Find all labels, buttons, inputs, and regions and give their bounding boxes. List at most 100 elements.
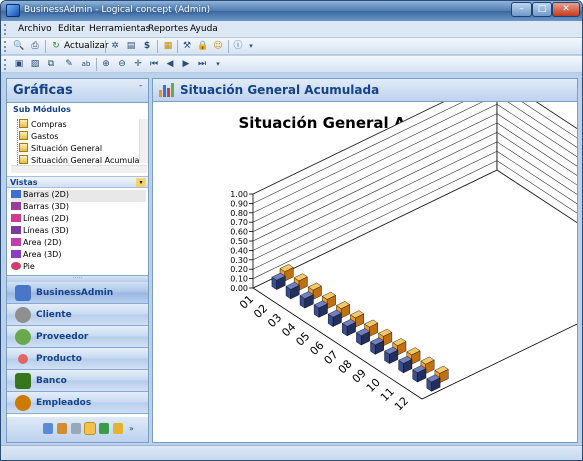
last-page-icon[interactable]: ⏭ — [196, 58, 208, 70]
supplies-mini-icon[interactable] — [113, 423, 123, 434]
y-tick-label: 0.20 — [230, 265, 248, 274]
tree-connector — [17, 119, 18, 165]
view-item-pie[interactable]: Pie — [11, 262, 35, 274]
report-icon[interactable]: ▦ — [162, 40, 174, 52]
client-icon — [15, 307, 31, 323]
title-bar[interactable]: BusinessAdmin - Logical concept (Admin) … — [1, 1, 582, 21]
area-chart-3d-icon — [11, 250, 21, 258]
prev-page-icon[interactable]: ◀ — [164, 58, 176, 70]
tools-icon[interactable]: ⚒ — [181, 40, 193, 52]
menu-archivo[interactable]: Archivo — [18, 24, 52, 34]
settings-icon[interactable]: ✲ — [109, 40, 121, 52]
tree-item-label: Situación General — [31, 144, 103, 153]
view-item-label: Area (3D) — [23, 250, 62, 259]
y-tick-label: 1.00 — [230, 190, 248, 199]
toolbar-separator — [105, 40, 106, 53]
minimize-button[interactable]: – — [511, 2, 532, 17]
collapse-icon[interactable]: ˉ — [139, 85, 144, 95]
status-bar — [1, 445, 582, 460]
image-icon[interactable]: ▨ — [29, 58, 41, 70]
view-item-label: Area (2D) — [23, 238, 62, 247]
chart-toolbar: ▣ ▨ ⧉ ✎ ab ⊕ ⊖ ✛ ⏮ ◀ ▶ ⏭ ▾ — [1, 56, 582, 73]
tree-item[interactable]: Compras — [19, 119, 67, 131]
nav-producto[interactable]: Producto — [7, 348, 148, 370]
x-tick-label: 12 — [392, 394, 411, 413]
menu-ayuda[interactable]: Ayuda — [190, 24, 218, 34]
nav-businessadmin[interactable]: BusinessAdmin — [7, 282, 148, 304]
chart-plot: 1.000.900.800.700.600.500.400.300.200.10… — [230, 102, 577, 413]
menu-editar[interactable]: Editar — [58, 24, 85, 34]
nav-empleados[interactable]: Empleados — [7, 392, 148, 414]
y-tick-label: 0.70 — [230, 218, 248, 227]
report-mini-icon[interactable] — [57, 423, 67, 434]
info-icon[interactable]: ⓘ — [232, 40, 244, 52]
app-icon — [6, 4, 20, 17]
view-item-lines-3d[interactable]: Líneas (3D) — [11, 226, 69, 238]
close-button[interactable]: ✕ — [552, 2, 580, 17]
nav-label: BusinessAdmin — [36, 288, 114, 298]
left-panel: Gráficas ˉ Sub Módulos Compras Gastos Si… — [6, 78, 149, 443]
refresh-icon[interactable]: ↻ — [50, 40, 62, 52]
chart-mini-icon[interactable] — [84, 422, 96, 435]
tree-item[interactable]: Situación General — [19, 143, 102, 155]
view-item-lines-2d[interactable]: Líneas (2D) — [11, 214, 69, 226]
lock-icon[interactable]: 🔒 — [197, 40, 209, 52]
print-icon[interactable]: ⎙ — [29, 40, 41, 52]
bar-chart-icon — [11, 190, 21, 198]
print-preview-icon[interactable]: 🔍 — [13, 40, 25, 52]
view-item-bars-3d[interactable]: Barras (3D) — [11, 202, 69, 214]
fit-icon[interactable]: ✛ — [132, 58, 144, 70]
y-tick-label: 0.90 — [230, 199, 248, 208]
view-item-bars-2d[interactable]: Barras (2D) — [11, 190, 146, 202]
export-icon[interactable]: ▣ — [13, 58, 25, 70]
pie-chart-icon — [11, 262, 21, 270]
bank-icon — [15, 373, 31, 389]
document-mini-icon[interactable] — [71, 423, 81, 434]
toolbar-separator — [157, 40, 158, 53]
bar-chart-3d-icon — [11, 202, 21, 210]
users-mini-icon[interactable] — [43, 423, 53, 434]
menu-reportes[interactable]: Reportes — [148, 24, 188, 34]
nav-label: Producto — [36, 354, 82, 364]
nav-cliente[interactable]: Cliente — [7, 304, 148, 326]
y-tick-label: 0.50 — [230, 237, 248, 246]
zoom-out-icon[interactable]: ⊖ — [116, 58, 128, 70]
y-tick-label: 0.10 — [230, 275, 248, 284]
toolbar-overflow-icon[interactable]: ▾ — [245, 40, 257, 52]
first-page-icon[interactable]: ⏮ — [148, 58, 160, 70]
document-icon[interactable]: ▤ — [125, 40, 137, 52]
tree-vertical-scrollbar[interactable] — [139, 119, 148, 163]
supplier-icon — [15, 329, 31, 345]
nav-proveedor[interactable]: Proveedor — [7, 326, 148, 348]
views-menu-icon[interactable]: ▾ — [136, 178, 146, 187]
toolbar-overflow-icon[interactable]: ▾ — [212, 58, 224, 70]
tree-item[interactable]: Gastos — [19, 131, 58, 143]
more-icon[interactable]: » — [129, 423, 137, 434]
refresh-button[interactable]: Actualizar — [64, 41, 109, 51]
text-style-button[interactable]: ab — [79, 58, 93, 70]
next-page-icon[interactable]: ▶ — [180, 58, 192, 70]
format-icon[interactable]: ✎ — [63, 58, 75, 70]
window-title: BusinessAdmin - Logical concept (Admin) — [24, 5, 211, 15]
copy-icon[interactable]: ⧉ — [45, 58, 57, 70]
tree-horizontal-scrollbar[interactable] — [11, 165, 147, 173]
users-icon[interactable]: ☺ — [212, 40, 224, 52]
tree-item-label: Compras — [31, 120, 67, 129]
line-chart-3d-icon — [11, 226, 21, 234]
y-tick-label: 0.80 — [230, 209, 248, 218]
view-item-label: Pie — [23, 262, 35, 271]
product-icon — [18, 354, 28, 364]
panel-splitter[interactable]: ····· — [7, 275, 148, 282]
view-item-area-3d[interactable]: Area (3D) — [11, 250, 61, 262]
nav-banco[interactable]: Banco — [7, 370, 148, 392]
maximize-button[interactable]: □ — [532, 2, 552, 17]
bank-mini-icon[interactable] — [99, 423, 109, 434]
line-chart-icon — [11, 214, 21, 222]
menu-herramientas[interactable]: Herramientas — [89, 24, 150, 34]
view-item-area-2d[interactable]: Area (2D) — [11, 238, 61, 250]
area-chart-icon — [11, 238, 21, 246]
currency-button[interactable]: $ — [141, 40, 153, 52]
zoom-in-icon[interactable]: ⊕ — [100, 58, 112, 70]
toolbar-separator — [228, 40, 229, 53]
y-tick-label: 0.30 — [230, 256, 248, 265]
